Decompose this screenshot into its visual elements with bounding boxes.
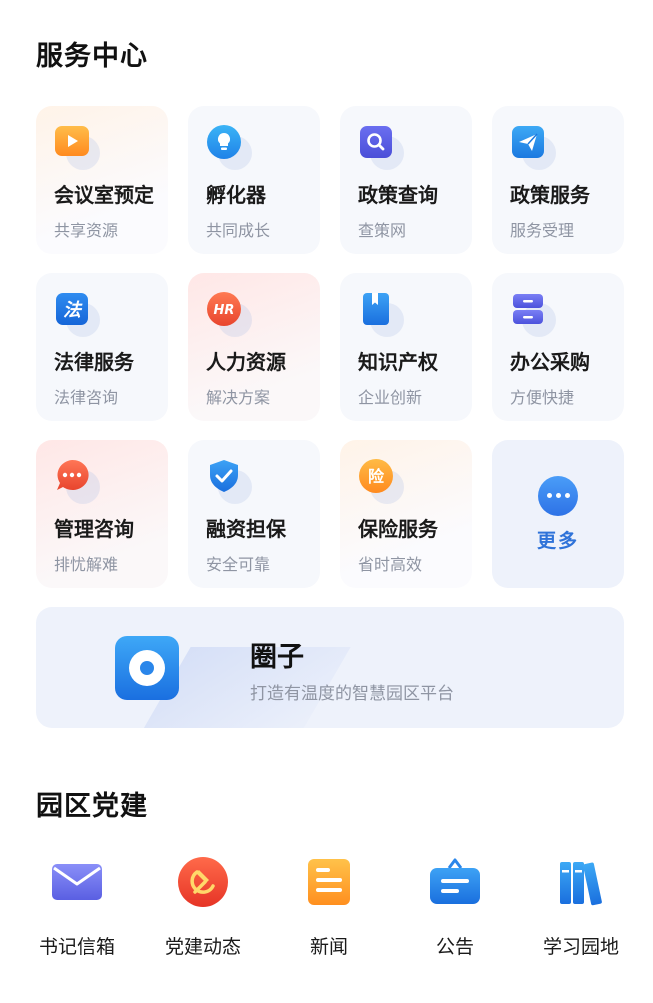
party-item-label: 党建动态 [164,936,241,958]
service-card-meeting-room[interactable]: 会议室预定 共享资源 [36,106,168,254]
circle-app-icon [114,635,180,701]
search-icon [358,124,404,170]
more-label: 更多 [536,529,579,552]
service-card-title: 知识产权 [358,350,438,374]
service-card-subtitle: 安全可靠 [206,555,271,574]
service-card-subtitle: 共享资源 [54,221,119,240]
service-card-subtitle: 企业创新 [358,388,423,407]
paper-plane-icon [510,124,556,170]
service-card-subtitle: 共同成长 [206,221,271,240]
party-item-label: 公告 [435,936,474,958]
service-card-hr[interactable]: HR 人力资源 解决方案 [188,273,320,421]
service-card-subtitle: 法律咨询 [54,388,119,407]
service-card-subtitle: 省时高效 [358,555,423,574]
party-item-secretary-mailbox[interactable]: 书记信箱 [14,852,140,959]
lightbulb-icon [206,124,252,170]
service-card-subtitle: 服务受理 [510,221,575,240]
service-card-title: 融资担保 [206,517,286,541]
service-card-title: 孵化器 [206,183,266,207]
mailbox-icon [47,852,107,912]
party-item-news[interactable]: 新闻 [266,852,392,959]
service-card-subtitle: 查策网 [358,221,407,240]
service-card-subtitle: 排忧解难 [54,555,119,574]
insurance-icon-text: 险 [368,467,385,486]
hr-icon: HR [206,291,252,337]
more-dots-icon [538,475,578,516]
party-item-study[interactable]: 学习园地 [518,852,644,959]
circle-subtitle: 打造有温度的智慧园区平台 [250,684,454,704]
service-card-policy-query[interactable]: 政策查询 查策网 [340,106,472,254]
circle-banner[interactable]: 圈子 打造有温度的智慧园区平台 [36,607,624,728]
law-icon-text: 法 [63,300,83,321]
insurance-icon: 险 [358,458,404,504]
service-card-title: 办公采购 [510,350,590,374]
service-card-title: 会议室预定 [54,183,154,207]
service-card-ip[interactable]: 知识产权 企业创新 [340,273,472,421]
service-card-title: 人力资源 [206,350,286,374]
service-card-insurance[interactable]: 险 保险服务 省时高效 [340,440,472,588]
service-card-title: 政策服务 [510,183,590,207]
law-icon: 法 [54,291,100,337]
service-card-consulting[interactable]: 管理咨询 排忧解难 [36,440,168,588]
book-icon [358,291,404,337]
party-building-row: 书记信箱 党建动态 新闻 公告 学习园地 [14,852,644,959]
service-card-title: 法律服务 [54,350,134,374]
party-building-title: 园区党建 [36,791,148,822]
service-card-subtitle: 方便快捷 [510,388,575,407]
cabinet-icon [510,291,556,337]
circle-title: 圈子 [250,642,304,673]
service-center-title: 服务中心 [36,41,148,72]
service-grid: 会议室预定 共享资源 孵化器 共同成长 政策查询 查策网 政策服务 服务受理 法… [36,106,624,588]
party-emblem-icon [173,852,233,912]
party-item-label: 学习园地 [542,936,619,958]
hr-icon-text: HR [214,303,235,318]
play-icon [54,124,100,170]
party-item-news-feed[interactable]: 党建动态 [140,852,266,959]
books-icon [551,852,611,912]
more-button[interactable]: 更多 [492,440,624,588]
news-icon [299,852,359,912]
party-item-label: 新闻 [309,936,348,958]
chat-bubble-icon [54,458,100,504]
party-item-label: 书记信箱 [38,936,115,958]
service-card-financing[interactable]: 融资担保 安全可靠 [188,440,320,588]
service-card-title: 政策查询 [358,183,438,207]
notice-board-icon [425,852,485,912]
service-card-title: 管理咨询 [54,517,134,541]
service-card-policy-service[interactable]: 政策服务 服务受理 [492,106,624,254]
service-card-subtitle: 解决方案 [206,388,271,407]
service-card-title: 保险服务 [358,517,438,541]
shield-check-icon [206,458,252,504]
party-item-notice[interactable]: 公告 [392,852,518,959]
service-card-legal[interactable]: 法 法律服务 法律咨询 [36,273,168,421]
service-card-incubator[interactable]: 孵化器 共同成长 [188,106,320,254]
service-card-office-purchase[interactable]: 办公采购 方便快捷 [492,273,624,421]
